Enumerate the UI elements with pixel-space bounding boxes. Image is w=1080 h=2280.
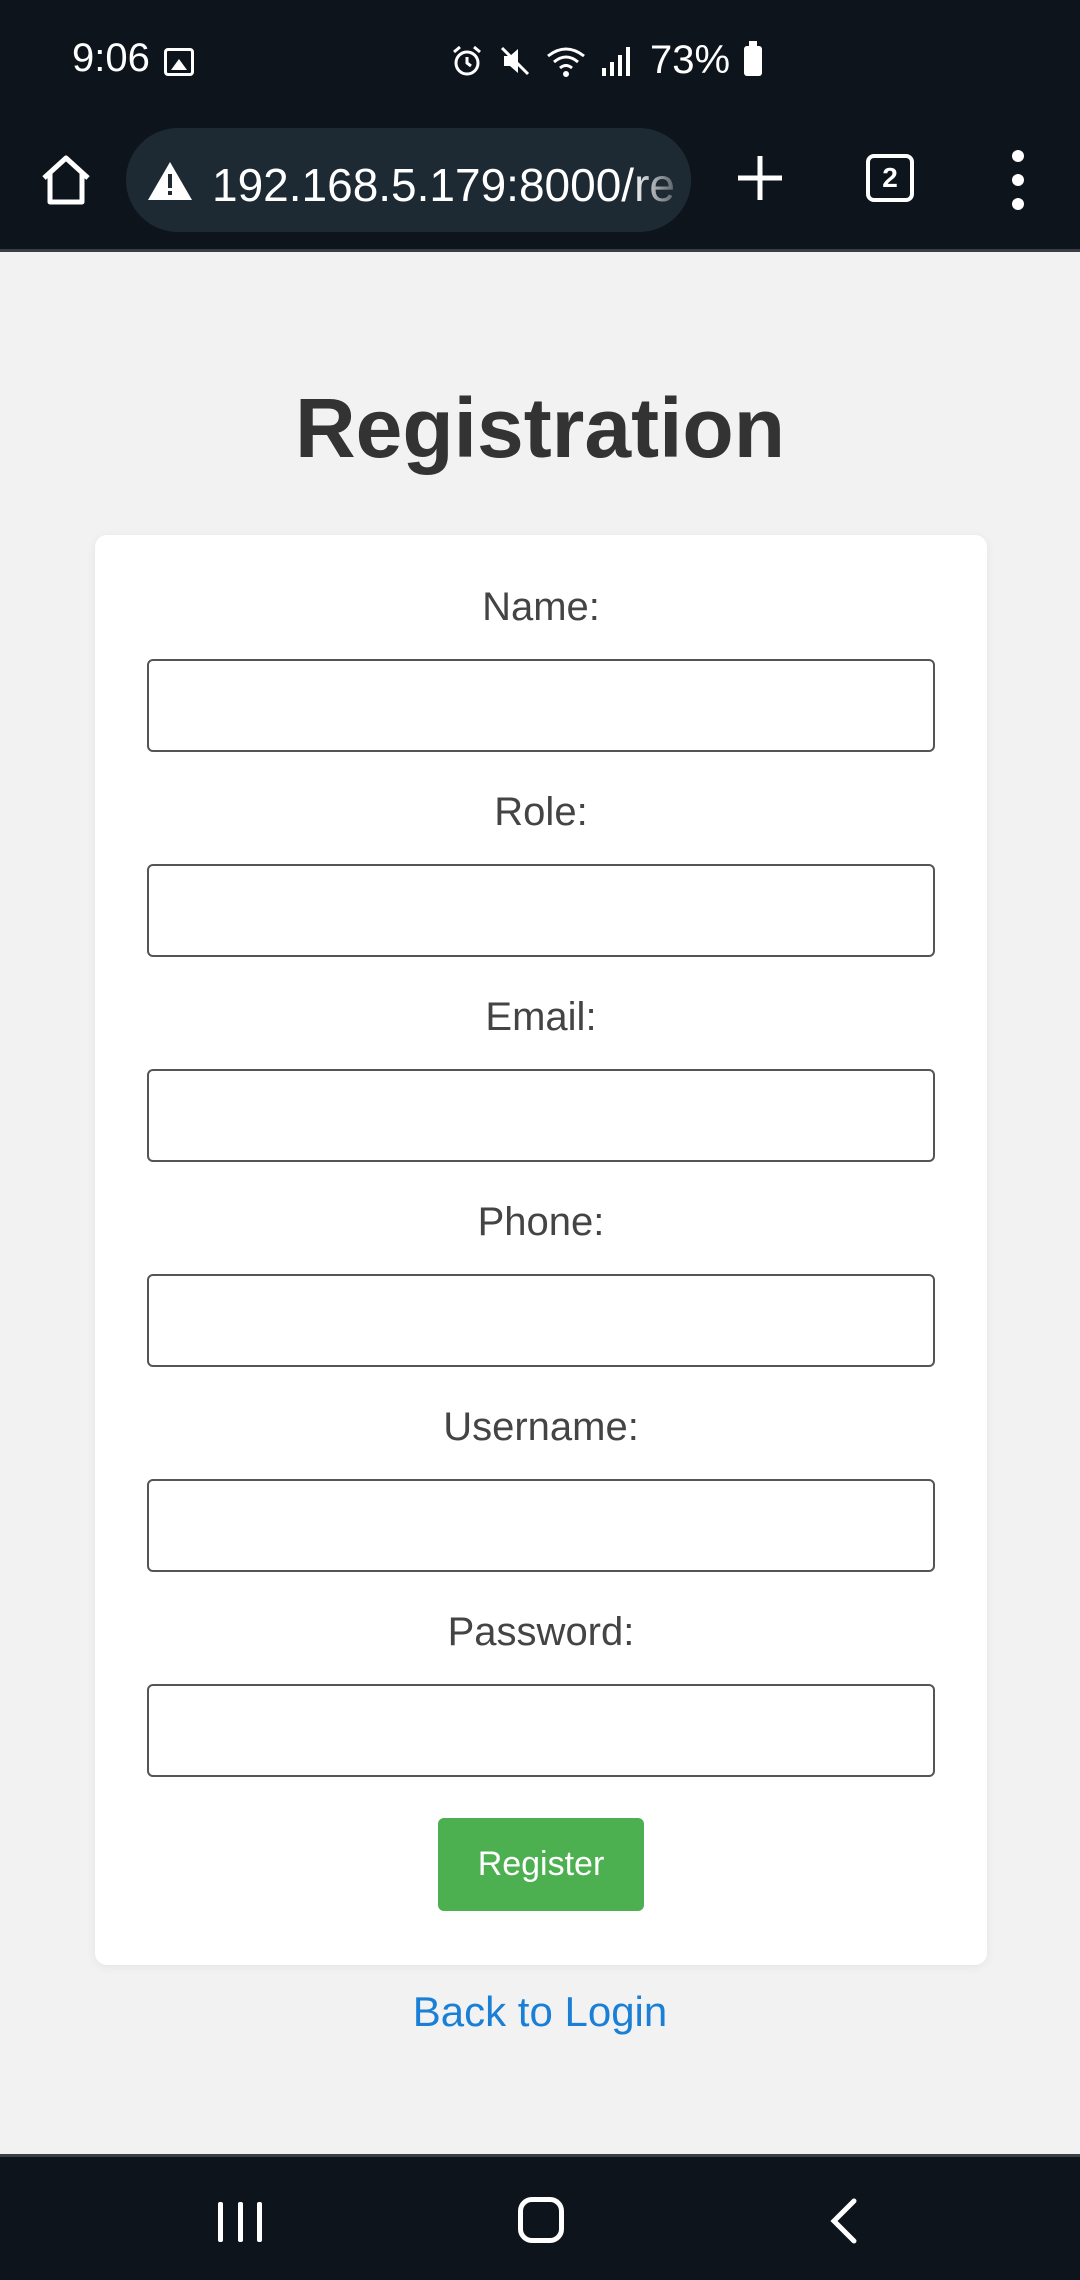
alarm-icon	[453, 45, 481, 75]
wifi-icon	[547, 47, 585, 77]
browser-toolbar: 192.168.5.179:8000/re 2	[0, 120, 1080, 252]
signal-icon	[602, 46, 630, 76]
email-input[interactable]	[147, 1069, 935, 1162]
name-label: Name:	[482, 585, 600, 629]
name-input[interactable]	[147, 659, 935, 752]
password-label: Password:	[447, 1610, 635, 1654]
home-icon[interactable]	[36, 150, 96, 210]
battery-percent: 73%	[650, 38, 731, 82]
password-input[interactable]	[147, 1684, 935, 1777]
register-button[interactable]: Register	[438, 1818, 644, 1911]
back-to-login-link[interactable]: Back to Login	[0, 1988, 1080, 2036]
new-tab-icon[interactable]	[732, 150, 788, 206]
username-input[interactable]	[147, 1479, 935, 1572]
battery-icon	[744, 40, 763, 76]
status-time: 9:06	[72, 36, 150, 80]
url-text: 192.168.5.179:8000/re	[212, 159, 675, 211]
gallery-icon	[164, 48, 194, 76]
url-fade	[631, 128, 691, 232]
email-label: Email:	[485, 995, 597, 1039]
warning-icon[interactable]	[146, 160, 194, 202]
address-bar[interactable]: 192.168.5.179:8000/re	[126, 128, 691, 232]
phone-input[interactable]	[147, 1274, 935, 1367]
registration-form: Name: Role: Email: Phone: Username: Pass…	[95, 535, 987, 1965]
back-icon[interactable]	[824, 2197, 864, 2245]
home-nav-icon[interactable]	[518, 2197, 564, 2243]
status-bar: 9:06 73%	[0, 0, 1080, 120]
mute-icon	[500, 46, 530, 75]
status-icons: 73%	[450, 38, 763, 83]
recents-icon[interactable]	[218, 2202, 262, 2242]
role-input[interactable]	[147, 864, 935, 957]
page-title: Registration	[294, 381, 786, 475]
more-menu-icon[interactable]	[1000, 150, 1036, 210]
tab-switcher-button[interactable]: 2	[866, 154, 914, 202]
username-label: Username:	[443, 1405, 639, 1449]
phone-label: Phone:	[477, 1200, 605, 1244]
navigation-bar	[0, 2154, 1080, 2280]
role-label: Role:	[494, 790, 588, 834]
